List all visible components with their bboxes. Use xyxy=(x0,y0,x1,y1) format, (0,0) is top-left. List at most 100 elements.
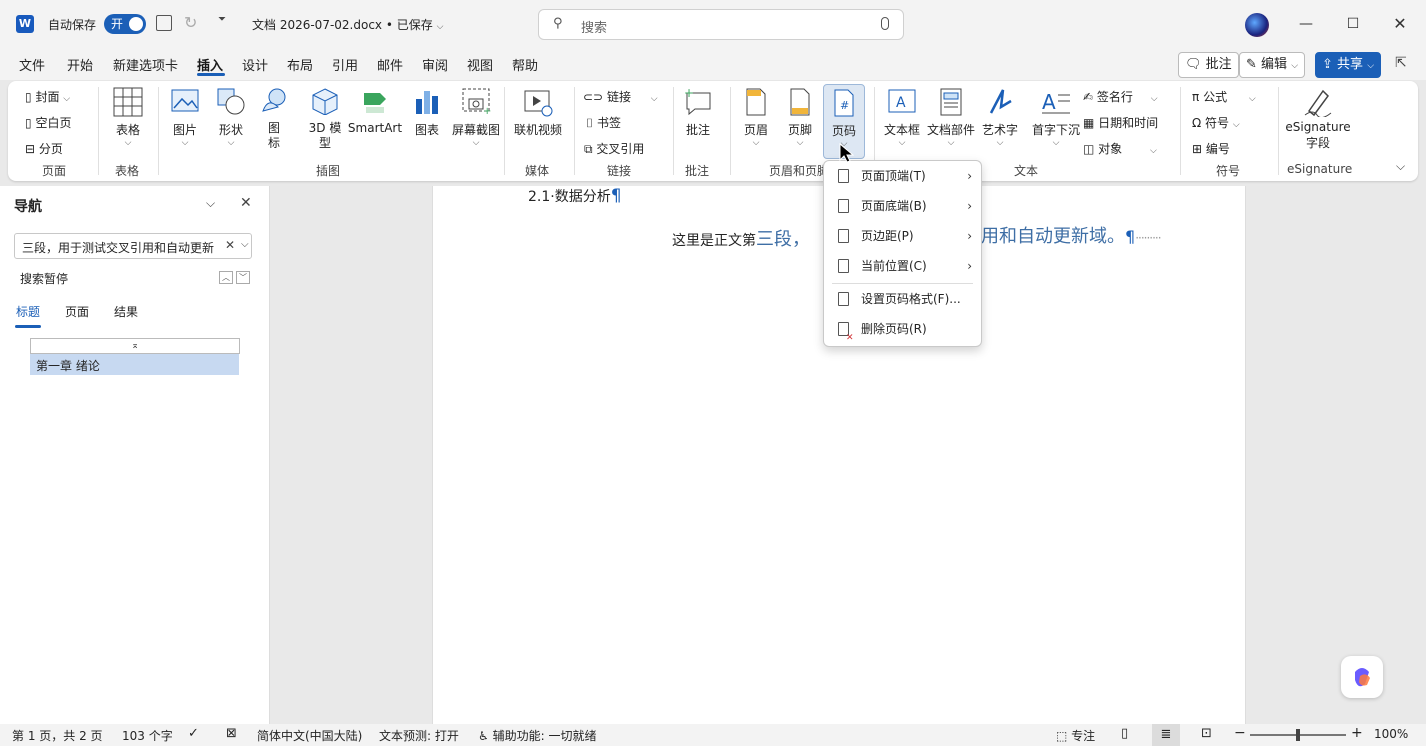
pictures-button[interactable]: 图片 ⌵ xyxy=(168,87,202,148)
wordart-button[interactable]: 艺术字 ⌵ xyxy=(980,87,1020,148)
text-box-button[interactable]: A 文本框 ⌵ xyxy=(882,87,922,148)
nav-tab-headings[interactable]: 标题 xyxy=(16,303,40,320)
online-video-button[interactable]: 联机视频 xyxy=(510,87,566,138)
search-options-chevron-icon[interactable]: ⌵ xyxy=(241,239,249,250)
web-layout-icon[interactable]: ⊡ xyxy=(1201,726,1212,741)
omega-icon: Ω xyxy=(1192,116,1202,130)
numbering-button[interactable]: ⊞ 编号 xyxy=(1192,140,1230,157)
tab-new[interactable]: 新建选项卡 xyxy=(113,55,178,74)
microphone-icon[interactable] xyxy=(881,17,889,30)
share-button[interactable]: ⇪ 共享 ⌵ xyxy=(1315,52,1382,78)
menu-item-page-margins[interactable]: 页边距(P) › xyxy=(824,222,981,250)
cover-page-button[interactable]: ▯ 封面 ⌵ xyxy=(25,88,70,105)
maximize-icon[interactable]: ☐ xyxy=(1339,10,1367,38)
tab-layout[interactable]: 布局 xyxy=(287,55,313,74)
bookmark-icon: ⌷ xyxy=(586,116,594,130)
nav-search-input[interactable]: 三段，用于测试交叉引用和自动更新 ✕ ⌵ xyxy=(14,233,252,259)
redo-icon[interactable]: ↻ xyxy=(184,13,197,32)
avatar[interactable] xyxy=(1245,13,1269,37)
copilot-button[interactable] xyxy=(1341,656,1383,698)
cross-reference-button[interactable]: ⧉ 交叉引用 xyxy=(584,140,644,157)
footer-label: 页脚 xyxy=(787,123,812,137)
collapse-all-icon[interactable]: ⌅ xyxy=(30,338,240,354)
footer-button[interactable]: 页脚 ⌵ xyxy=(782,87,818,148)
print-layout-icon[interactable]: ≣ xyxy=(1152,724,1180,746)
tab-view[interactable]: 视图 xyxy=(467,55,493,74)
nav-close-icon[interactable]: ✕ xyxy=(240,195,252,211)
object-button[interactable]: ◫ 对象 ⌵ xyxy=(1083,140,1157,157)
close-icon[interactable]: ✕ xyxy=(1386,10,1414,38)
tab-insert[interactable]: 插入 xyxy=(197,55,223,74)
signature-line-button[interactable]: ✍ 签名行 ⌵ xyxy=(1083,88,1158,105)
icons-button[interactable]: 图标 xyxy=(260,87,288,151)
tab-help[interactable]: 帮助 xyxy=(512,55,538,74)
tab-file[interactable]: 文件 xyxy=(19,55,45,74)
previous-result-icon[interactable]: ︿ xyxy=(219,271,233,284)
document-title[interactable]: 文档 2026-07-02.docx • 已保存 ⌵ xyxy=(252,16,443,33)
comments-button[interactable]: 🗨 批注 xyxy=(1178,52,1239,78)
customize-quick-access-icon[interactable]: ⏷ xyxy=(218,14,226,25)
tab-design[interactable]: 设计 xyxy=(242,55,268,74)
nav-options-chevron-icon[interactable]: ⌵ xyxy=(206,196,215,211)
drop-cap-button[interactable]: A 首字下沉 ⌵ xyxy=(1028,87,1084,148)
editing-button[interactable]: ✎ 编辑 ⌵ xyxy=(1239,52,1306,78)
group-label-esignature: eSignature xyxy=(1287,162,1353,176)
focus-mode-button[interactable]: ⬚ 专注 xyxy=(1056,727,1095,744)
screenshot-button[interactable]: + 屏幕截图 ⌵ xyxy=(448,87,504,148)
header-button[interactable]: 页眉 ⌵ xyxy=(738,87,774,148)
menu-item-remove-page-numbers[interactable]: ✕ 删除页码(R) xyxy=(824,315,981,343)
menu-item-bottom-of-page[interactable]: 页面底端(B) › xyxy=(824,192,981,220)
quick-parts-button[interactable]: 文档部件 ⌵ xyxy=(926,87,976,148)
shapes-button[interactable]: 形状 ⌵ xyxy=(214,87,248,148)
word-count[interactable]: 103 个字 xyxy=(122,727,173,744)
page-count[interactable]: 第 1 页，共 2 页 xyxy=(12,727,103,744)
tab-mailings[interactable]: 邮件 xyxy=(377,55,403,74)
tab-review[interactable]: 审阅 xyxy=(422,55,448,74)
text-prediction-status[interactable]: 文本预测: 打开 xyxy=(379,727,459,744)
clear-search-icon[interactable]: ✕ xyxy=(225,238,235,252)
macro-icon[interactable]: ⊠ xyxy=(226,726,237,741)
smartart-button[interactable]: SmartArt xyxy=(346,87,404,135)
new-comment-button[interactable]: + 批注 xyxy=(680,87,716,138)
3d-models-button[interactable]: 3D 模型 xyxy=(300,87,350,151)
accessibility-status[interactable]: ♿ 辅助功能: 一切就绪 xyxy=(478,727,596,744)
menu-item-current-position[interactable]: 当前位置(C) › xyxy=(824,252,981,280)
bookmark-button[interactable]: ⌷ 书签 xyxy=(586,114,621,131)
link-button[interactable]: ⊂⊃ 链接 ⌵ xyxy=(583,88,658,105)
group-separator xyxy=(98,87,99,175)
ribbon: ▯ 封面 ⌵ ▯ 空白页 ⊟ 分页 页面 表格 ⌵ 表格 图片 ⌵ 形状 ⌵ 图标 3… xyxy=(8,81,1418,181)
minimize-icon[interactable]: — xyxy=(1292,10,1320,38)
menu-item-format-page-numbers[interactable]: 设置页码格式(F)... xyxy=(824,285,981,313)
save-icon[interactable] xyxy=(156,15,172,31)
autosave-toggle[interactable]: 开 xyxy=(104,14,146,34)
copilot-pane-icon[interactable]: ⇱ xyxy=(1395,55,1407,71)
chart-button[interactable]: 图表 xyxy=(410,87,444,138)
menu-item-top-of-page[interactable]: 页面顶端(T) › xyxy=(824,162,981,190)
symbol-button[interactable]: Ω 符号 ⌵ xyxy=(1192,114,1240,131)
read-mode-icon[interactable]: ▯ xyxy=(1121,726,1128,741)
zoom-out-icon[interactable]: − xyxy=(1234,725,1246,741)
nav-tab-pages[interactable]: 页面 xyxy=(65,303,89,320)
date-time-button[interactable]: ▦ 日期和时间 xyxy=(1083,114,1158,131)
esignature-field-button[interactable]: eSignature 字段 xyxy=(1284,87,1352,151)
page-break-button[interactable]: ⊟ 分页 xyxy=(25,140,63,157)
blank-page-button[interactable]: ▯ 空白页 xyxy=(25,114,71,131)
zoom-in-icon[interactable]: + xyxy=(1351,725,1363,741)
screenshot-icon: + xyxy=(462,88,491,115)
next-result-icon[interactable]: ﹀ xyxy=(236,271,250,284)
tab-references[interactable]: 引用 xyxy=(332,55,358,74)
date-time-label: 日期和时间 xyxy=(1098,116,1159,130)
table-button[interactable]: 表格 ⌵ xyxy=(110,87,146,148)
language-status[interactable]: 简体中文(中国大陆) xyxy=(257,727,362,744)
zoom-level[interactable]: 100% xyxy=(1374,727,1408,741)
editing-button-label: 编辑 xyxy=(1261,57,1288,72)
zoom-slider-thumb[interactable] xyxy=(1296,729,1300,741)
collapse-ribbon-icon[interactable]: ⌵ xyxy=(1396,159,1405,174)
proofing-icon[interactable]: ✓ xyxy=(188,726,199,741)
search-box[interactable]: ⚲ 搜索 xyxy=(538,9,904,40)
nav-tab-results[interactable]: 结果 xyxy=(114,303,138,320)
tab-home[interactable]: 开始 xyxy=(67,55,93,74)
esignature-field-label-2: 字段 xyxy=(1305,136,1330,150)
heading-item[interactable]: 第一章 绪论 xyxy=(30,354,239,375)
equation-button[interactable]: π 公式 ⌵ xyxy=(1192,88,1256,105)
